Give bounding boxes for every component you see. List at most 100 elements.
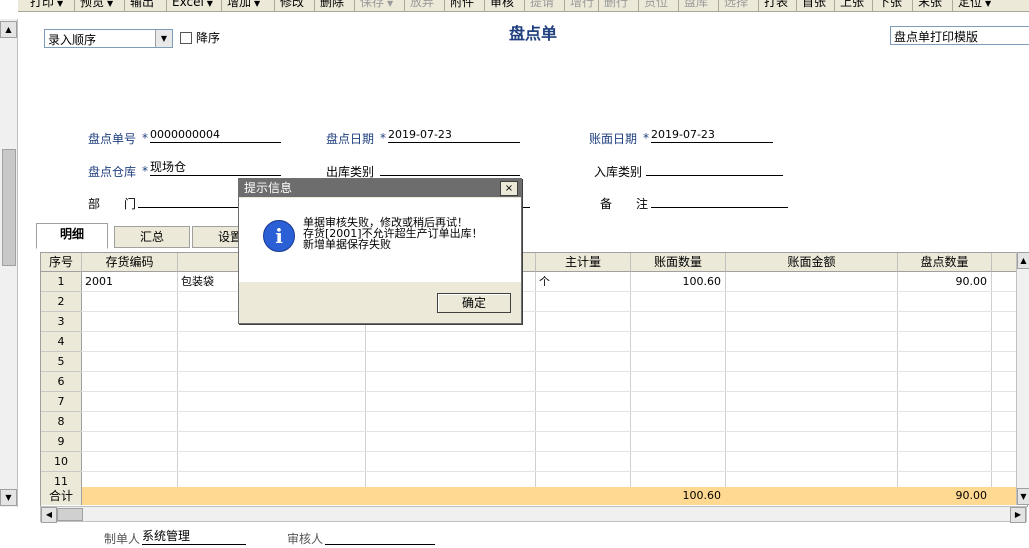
check-date-label: 盘点日期 [326, 132, 375, 146]
row-number[interactable]: 7 [41, 392, 82, 412]
toolbar: 打印 ▼ 预览 ▼ 输出 Excel ▼ 增加 ▼ 修改 删除 保存 ▼ 放弃 附件 审核 提请 增行 删行 货位 盘库… [18, 0, 1029, 12]
chevron-down-icon[interactable]: ▼ [387, 0, 393, 8]
toolbar-button[interactable]: 预览 ▼ [76, 0, 117, 11]
column-header[interactable]: 存货编码 [82, 253, 178, 272]
maker-label: 制单人 [104, 532, 141, 546]
scroll-up-icon[interactable]: ▲ [0, 21, 17, 38]
tab-detail[interactable]: 明细 [36, 223, 108, 249]
toolbar-button[interactable]: 下张 [874, 0, 906, 11]
sort-order-select[interactable]: 录入顺序 ▼ [44, 29, 173, 48]
chevron-down-icon[interactable]: ▼ [985, 0, 991, 8]
doc-no-field[interactable]: 0000000004 [150, 127, 281, 143]
row-number[interactable]: 10 [41, 452, 82, 472]
toolbar-button[interactable]: 上张 [836, 0, 868, 11]
scroll-right-icon[interactable]: ▶ [1010, 507, 1026, 523]
toolbar-button[interactable]: 首张 [798, 0, 830, 11]
scrollbar-thumb[interactable] [2, 149, 16, 266]
row-divider [81, 371, 1027, 372]
detail-grid[interactable]: 序号 存货编码 主计量 账面数量 账面金额 盘点数量 1 2 3 4 5 6 7 8 9 10 11… [40, 252, 1028, 507]
toolbar-button[interactable]: 定位 ▼ [954, 0, 995, 11]
toolbar-button[interactable]: 附件 [446, 0, 478, 11]
out-type-field[interactable] [380, 160, 520, 176]
row-divider [81, 311, 1027, 312]
row-number[interactable]: 6 [41, 372, 82, 392]
grid-horizontal-scrollbar[interactable]: ◀ ▶ [40, 506, 1027, 523]
toolbar-button[interactable]: 盘库 [680, 0, 712, 11]
toolbar-separator [166, 0, 167, 11]
column-header[interactable]: 盘点数量 [898, 253, 992, 272]
scrollbar-thumb[interactable] [57, 508, 83, 521]
in-type-field[interactable] [646, 160, 783, 176]
tab-summary[interactable]: 汇总 [114, 226, 190, 248]
cell-count-qty[interactable]: 90.00 [898, 272, 988, 291]
toolbar-button[interactable]: 输出 [126, 0, 158, 11]
scroll-up-icon[interactable]: ▲ [1017, 252, 1029, 269]
cell-code[interactable]: 2001 [85, 272, 113, 291]
scroll-down-icon[interactable]: ▼ [0, 489, 17, 506]
toolbar-button-label: 输出 [130, 0, 155, 9]
toolbar-button[interactable]: 打表 [760, 0, 792, 11]
row-divider [81, 471, 1027, 472]
row-number[interactable]: 2 [41, 292, 82, 312]
book-date-field[interactable]: 2019-07-23 [651, 127, 773, 143]
row-number[interactable]: 9 [41, 432, 82, 452]
chevron-down-icon[interactable]: ▼ [107, 0, 113, 8]
cell-unit[interactable]: 个 [539, 272, 550, 291]
dialog-title-bar[interactable]: 提示信息 × [239, 179, 521, 197]
close-icon[interactable]: × [500, 181, 518, 196]
toolbar-button[interactable]: 增行 [566, 0, 598, 11]
row-number[interactable]: 3 [41, 312, 82, 332]
toolbar-button[interactable]: 末张 [914, 0, 946, 11]
toolbar-separator [274, 0, 275, 11]
total-label: 合计 [41, 487, 82, 505]
toolbar-button[interactable]: 选择 [720, 0, 752, 11]
toolbar-button-label: 增加 [227, 0, 252, 9]
row-divider [81, 431, 1027, 432]
chevron-down-icon[interactable]: ▼ [57, 0, 63, 8]
descending-checkbox[interactable] [180, 32, 192, 44]
check-date-field[interactable]: 2019-07-23 [388, 127, 520, 143]
column-header[interactable]: 主计量 [536, 253, 631, 272]
column-header[interactable]: 账面金额 [726, 253, 898, 272]
chevron-down-icon[interactable]: ▼ [254, 0, 260, 8]
row-number[interactable]: 4 [41, 332, 82, 352]
toolbar-button[interactable]: 打印 ▼ [26, 0, 67, 11]
cell-name[interactable]: 包装袋 [181, 272, 214, 291]
print-template-select[interactable]: 盘点单打印模版 [890, 26, 1029, 45]
chevron-down-icon[interactable]: ▼ [207, 0, 213, 8]
maker-value: 系统管理 [142, 529, 191, 543]
toolbar-button[interactable]: 提请 [526, 0, 558, 11]
toolbar-separator [758, 0, 759, 11]
row-number[interactable]: 8 [41, 412, 82, 432]
toolbar-button[interactable]: 删除 [316, 0, 348, 11]
cell-book-amount[interactable] [726, 272, 893, 291]
toolbar-button[interactable]: 货位 [640, 0, 672, 11]
toolbar-separator [872, 0, 873, 11]
toolbar-button[interactable]: 修改 [276, 0, 308, 11]
page-vertical-scrollbar[interactable]: ▲ ▼ [0, 19, 18, 507]
cell-book-qty[interactable]: 100.60 [631, 272, 722, 291]
toolbar-button[interactable]: 删行 [600, 0, 632, 11]
row-number[interactable]: 5 [41, 352, 82, 372]
scroll-down-icon[interactable]: ▼ [1017, 488, 1029, 505]
department-label: 部 门 [88, 197, 137, 211]
chevron-down-icon[interactable]: ▼ [155, 30, 172, 47]
column-header[interactable]: 账面数量 [631, 253, 726, 272]
toolbar-button[interactable]: Excel ▼ [168, 0, 217, 11]
warehouse-field[interactable]: 现场仓 [150, 160, 281, 176]
row-number[interactable]: 1 [41, 272, 82, 292]
toolbar-button[interactable]: 保存 ▼ [356, 0, 397, 11]
toolbar-button[interactable]: 审核 [486, 0, 518, 11]
grid-vertical-scrollbar[interactable]: ▲ ▼ [1016, 252, 1029, 505]
column-header[interactable]: 序号 [41, 253, 82, 272]
toolbar-button-label: 增行 [570, 0, 595, 9]
ok-button[interactable]: 确定 [437, 293, 511, 313]
dialog-message-line: 新增单据保存失败 [303, 238, 391, 251]
toolbar-button[interactable]: 增加 ▼ [223, 0, 264, 11]
remark-field[interactable] [651, 192, 788, 208]
toolbar-button-label: 修改 [280, 0, 305, 9]
toolbar-button-label: 盘库 [684, 0, 709, 9]
toolbar-button-label: 货位 [644, 0, 669, 9]
scroll-left-icon[interactable]: ◀ [41, 507, 57, 523]
toolbar-button[interactable]: 放弃 [406, 0, 438, 11]
